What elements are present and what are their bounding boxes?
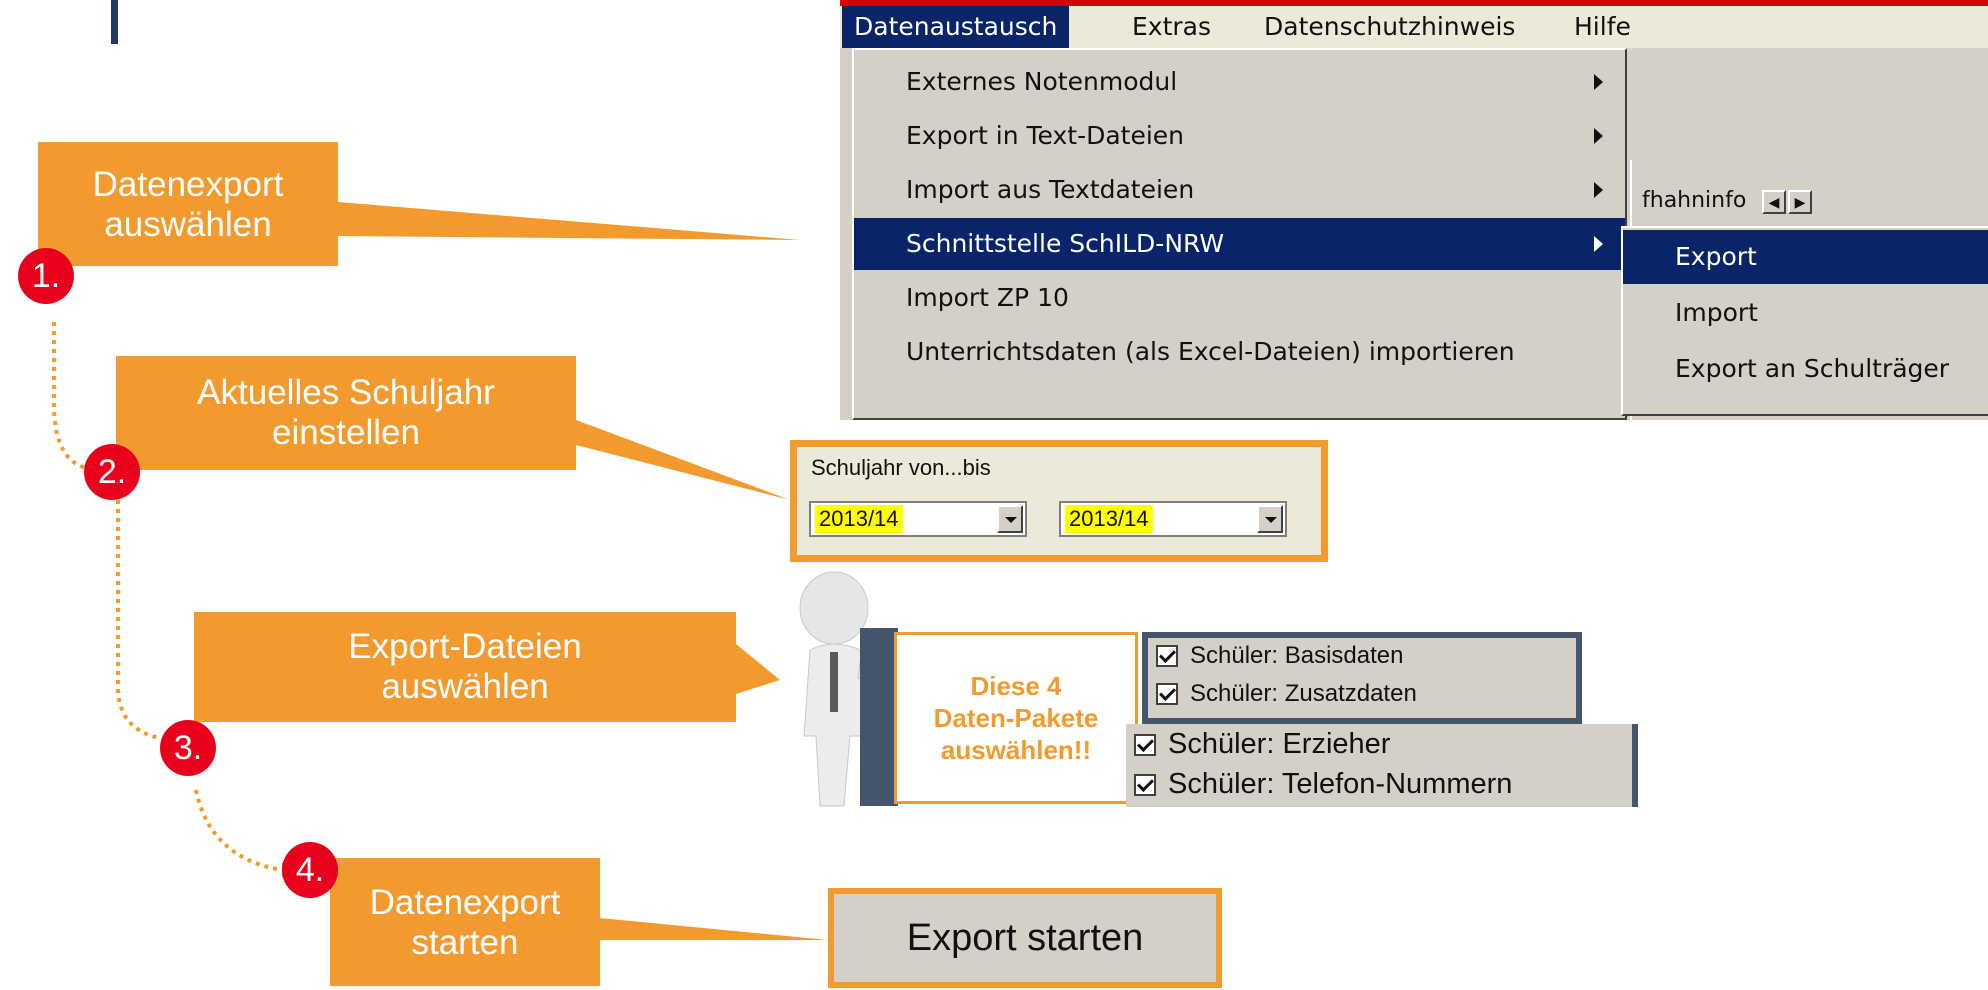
callout-step2-text: Aktuelles Schuljahr einstellen xyxy=(116,358,576,468)
checkbox-row-erzieher[interactable]: Schüler: Erzieher xyxy=(1134,728,1390,761)
schuljahr-from-value: 2013/14 xyxy=(815,505,903,533)
callout-step1-text: Datenexport auswählen xyxy=(38,146,338,264)
connector-1-2 xyxy=(52,322,87,470)
menu-item-label: Export in Text-Dateien xyxy=(906,121,1185,150)
menubar: Datenaustausch Extras Datenschutzhinweis… xyxy=(840,0,1988,48)
schuljahr-to-select[interactable]: 2013/14 xyxy=(1059,501,1287,537)
submenu-arrow-icon xyxy=(1594,128,1603,144)
menu-item-export-text[interactable]: Export in Text-Dateien xyxy=(854,110,1625,162)
note-line3: auswählen!! xyxy=(940,735,1092,765)
schild-submenu: Export Import Export an Schulträger xyxy=(1621,226,1988,416)
submenu-arrow-icon xyxy=(1594,182,1603,198)
callout-step3-line1: Export-Dateien xyxy=(348,627,582,666)
schuljahr-to-value: 2013/14 xyxy=(1065,505,1153,533)
menu-item-import-text[interactable]: Import aus Textdateien xyxy=(854,164,1625,216)
tab-fragment: fhahninfo xyxy=(1642,188,1747,213)
note-line1: Diese 4 xyxy=(970,671,1062,701)
note-line2: Daten-Pakete xyxy=(933,703,1099,733)
schuljahr-label: Schuljahr von...bis xyxy=(811,455,991,480)
step-badge-2: 2. xyxy=(84,444,140,500)
menu-item-unterrichtsdaten[interactable]: Unterrichtsdaten (als Excel-Dateien) imp… xyxy=(854,326,1625,378)
checkbox-label: Schüler: Zusatzdaten xyxy=(1190,680,1417,707)
menu-hilfe[interactable]: Hilfe xyxy=(1562,6,1643,48)
schuljahr-from-select[interactable]: 2013/14 xyxy=(809,501,1027,537)
tab-scroll-left-button[interactable]: ◀ xyxy=(1762,190,1786,214)
checkbox-label: Schüler: Telefon-Nummern xyxy=(1168,768,1513,800)
dropdown-arrow-icon[interactable] xyxy=(1257,505,1283,533)
board-edge xyxy=(860,628,898,806)
checkbox-checked-icon[interactable] xyxy=(1156,683,1178,705)
select-packages-note: Diese 4 Daten-Pakete auswählen!! xyxy=(894,632,1138,804)
callout-step4-line2: starten xyxy=(411,923,519,962)
callout-step4-line1: Datenexport xyxy=(369,883,561,922)
callout-step1-line1: Datenexport xyxy=(92,165,284,204)
checkbox-row-zusatzdaten[interactable]: Schüler: Zusatzdaten xyxy=(1156,680,1417,708)
menu-item-import-zp10[interactable]: Import ZP 10 xyxy=(854,272,1625,324)
menu-item-externes-notenmodul[interactable]: Externes Notenmodul xyxy=(854,56,1625,108)
checkbox-checked-icon[interactable] xyxy=(1134,733,1156,756)
schuljahr-panel: Schuljahr von...bis 2013/14 2013/14 xyxy=(790,440,1328,562)
checkbox-label: Schüler: Erzieher xyxy=(1168,728,1391,760)
datenaustausch-dropdown: Externes Notenmodul Export in Text-Datei… xyxy=(852,48,1627,420)
dropdown-arrow-icon[interactable] xyxy=(997,505,1023,533)
submenu-item-export[interactable]: Export xyxy=(1623,230,1988,284)
checkbox-checked-icon[interactable] xyxy=(1134,773,1156,796)
menu-screenshot: fhahninfo ◀ ▶ Datenaustausch Extras Date… xyxy=(840,0,1988,420)
checkbox-row-basisdaten[interactable]: Schüler: Basisdaten xyxy=(1156,642,1403,670)
tab-scroll-right-button[interactable]: ▶ xyxy=(1788,190,1812,214)
export-start-button[interactable]: Export starten xyxy=(828,888,1222,988)
checkbox-group-top: Schüler: Basisdaten Schüler: Zusatzdaten xyxy=(1142,632,1582,724)
callout-step2-line1: Aktuelles Schuljahr xyxy=(197,373,495,412)
menu-extras[interactable]: Extras xyxy=(1120,6,1223,48)
connector-2-3 xyxy=(116,500,161,740)
submenu-item-export-schultraeger[interactable]: Export an Schulträger xyxy=(1623,342,1988,396)
step-badge-1: 1. xyxy=(18,248,74,304)
connector-3-4 xyxy=(194,789,283,872)
callout-step3-line2: auswählen xyxy=(381,667,549,706)
checkbox-checked-icon[interactable] xyxy=(1156,645,1178,667)
menu-item-label: Import aus Textdateien xyxy=(906,175,1195,204)
menu-datenaustausch[interactable]: Datenaustausch xyxy=(842,6,1070,48)
menu-item-label: Schnittstelle SchILD-NRW xyxy=(906,229,1225,258)
submenu-arrow-icon xyxy=(1594,74,1603,90)
callout-step4-text: Datenexport starten xyxy=(330,862,600,984)
menu-item-schnittstelle-schild[interactable]: Schnittstelle SchILD-NRW xyxy=(854,218,1625,270)
checkbox-label: Schüler: Basisdaten xyxy=(1190,642,1404,669)
checkbox-row-telefon[interactable]: Schüler: Telefon-Nummern xyxy=(1134,768,1512,801)
callout-step3-text: Export-Dateien auswählen xyxy=(194,614,736,720)
submenu-item-import[interactable]: Import xyxy=(1623,286,1988,340)
callout-step2-line2: einstellen xyxy=(272,413,420,452)
step-badge-4: 4. xyxy=(282,842,338,898)
callout-step1-line2: auswählen xyxy=(104,205,272,244)
step-badge-3: 3. xyxy=(160,720,216,776)
menu-datenschutzhinweis[interactable]: Datenschutzhinweis xyxy=(1252,6,1527,48)
checkbox-group-bottom: Schüler: Erzieher Schüler: Telefon-Numme… xyxy=(1126,724,1638,807)
submenu-arrow-icon xyxy=(1594,236,1603,252)
menu-item-label: Externes Notenmodul xyxy=(906,67,1178,96)
